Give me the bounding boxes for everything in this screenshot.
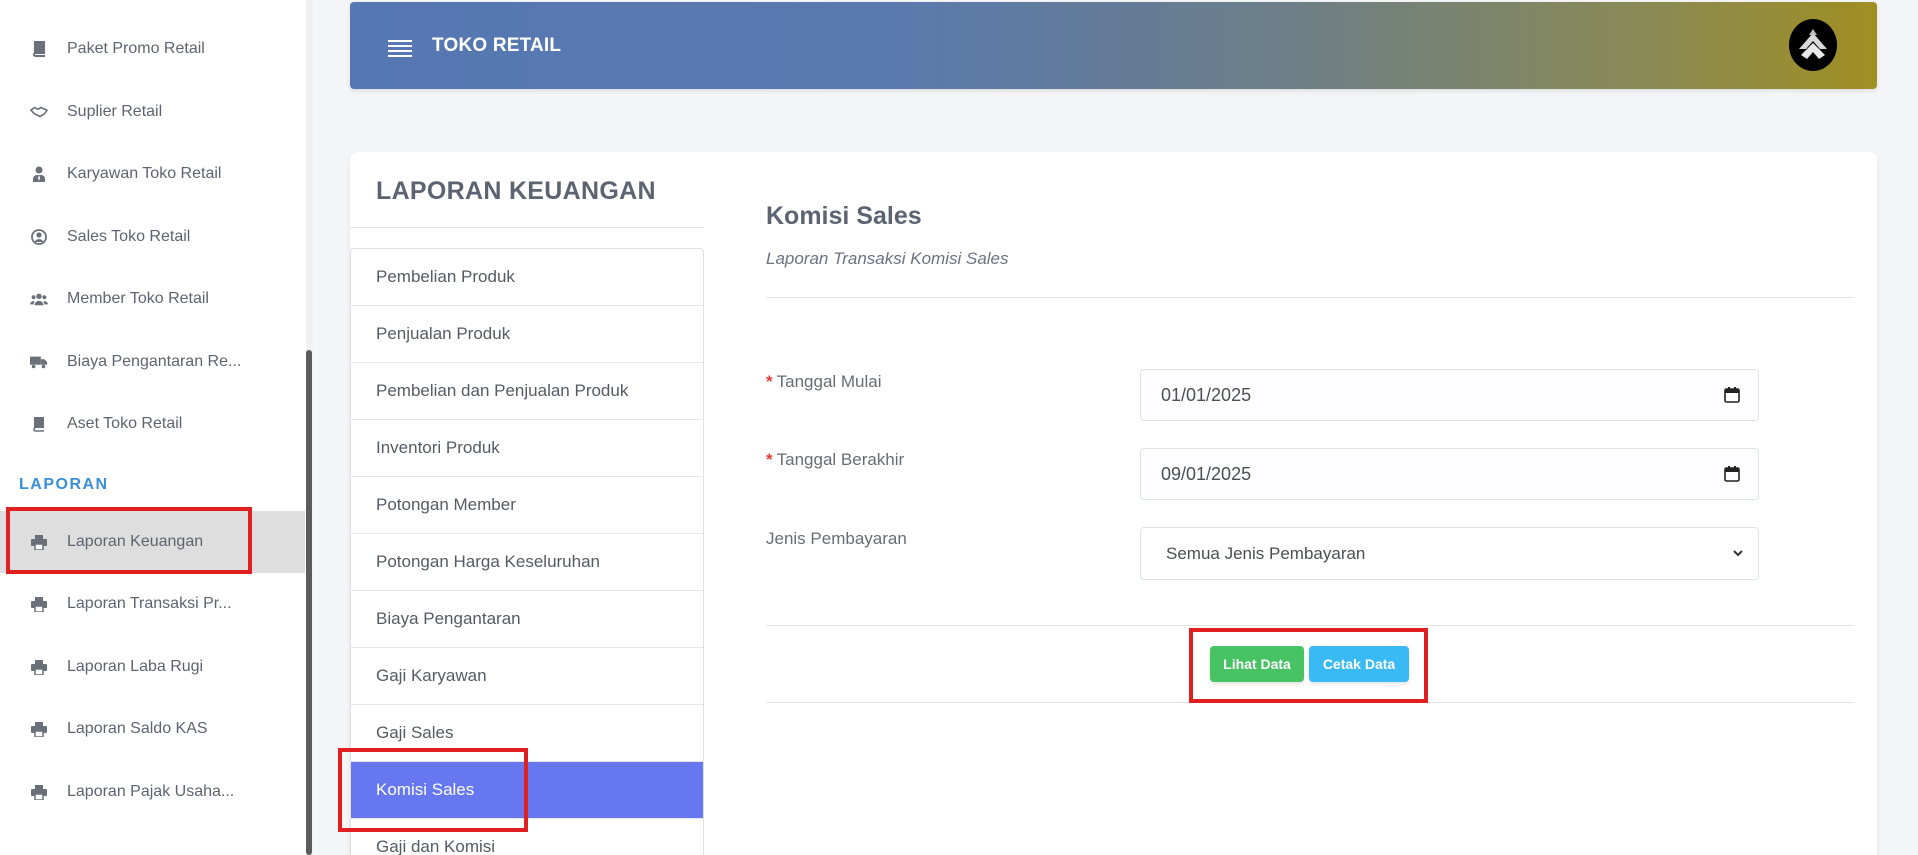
sidebar-item-label: Sales Toko Retail [67, 228, 191, 245]
sidebar-item-label: Karyawan Toko Retail [67, 165, 222, 182]
sidebar-item-laporan-keuangan[interactable]: Laporan Keuangan [0, 511, 305, 573]
truck-icon [30, 353, 48, 371]
divider [766, 702, 1854, 703]
sidebar-item-suplier[interactable]: Suplier Retail [0, 81, 305, 143]
divider [766, 625, 1854, 626]
divider [766, 297, 1854, 298]
handshake-icon [30, 103, 48, 121]
sidebar-item-label: Member Toko Retail [67, 290, 209, 307]
user-tie-icon [30, 165, 48, 183]
view-data-button[interactable]: Lihat Data [1210, 646, 1304, 682]
start-date-label: * Tanggal Mulai [766, 372, 882, 391]
start-date-input[interactable]: 01/01/2025 [1140, 369, 1759, 421]
menu-item-inventori-produk[interactable]: Inventori Produk [351, 420, 703, 477]
user-circle-icon [30, 228, 48, 246]
printer-icon [30, 783, 48, 801]
sidebar-item-label: Aset Toko Retail [67, 415, 183, 432]
sidebar-item-label: Paket Promo Retail [67, 40, 205, 57]
menu-item-pembelian-penjualan[interactable]: Pembelian dan Penjualan Produk [351, 363, 703, 420]
calendar-icon[interactable] [1724, 466, 1740, 482]
sidebar-item-label: Suplier Retail [67, 103, 163, 120]
end-date-label: * Tanggal Berakhir [766, 450, 905, 469]
sidebar-scrollbar-thumb[interactable] [306, 350, 312, 855]
printer-icon [30, 533, 48, 551]
printer-icon [30, 658, 48, 676]
chevron-down-icon [1733, 550, 1743, 557]
report-subtitle: Laporan Transaksi Komisi Sales [766, 249, 1009, 268]
required-mark: * [766, 450, 773, 469]
avatar[interactable] [1789, 19, 1837, 71]
sidebar-item-member[interactable]: Member Toko Retail [0, 268, 305, 330]
sidebar-item-laporan-laba-rugi[interactable]: Laporan Laba Rugi [0, 636, 305, 698]
sidebar-item-laporan-saldo-kas[interactable]: Laporan Saldo KAS [0, 698, 305, 760]
payment-type-value: Semua Jenis Pembayaran [1166, 543, 1366, 563]
users-icon [30, 290, 48, 308]
sidebar-item-laporan-pajak[interactable]: Laporan Pajak Usaha... [0, 761, 305, 823]
required-mark: * [766, 372, 773, 391]
menu-item-potongan-harga[interactable]: Potongan Harga Keseluruhan [351, 534, 703, 591]
sidebar-item-karyawan[interactable]: Karyawan Toko Retail [0, 143, 305, 205]
menu-item-pembelian-produk[interactable]: Pembelian Produk [351, 249, 703, 306]
start-date-value: 01/01/2025 [1161, 384, 1252, 405]
menu-item-gaji-karyawan[interactable]: Gaji Karyawan [351, 648, 703, 705]
menu-item-gaji-sales[interactable]: Gaji Sales [351, 705, 703, 762]
top-header: TOKO RETAIL [350, 2, 1877, 89]
menu-item-biaya-pengantaran[interactable]: Biaya Pengantaran [351, 591, 703, 648]
sidebar-item-label: Laporan Transaksi Pr... [67, 595, 232, 612]
end-date-input[interactable]: 09/01/2025 [1140, 448, 1759, 500]
printer-icon [30, 720, 48, 738]
menu-item-penjualan-produk[interactable]: Penjualan Produk [351, 306, 703, 363]
payment-type-label: Jenis Pembayaran [766, 529, 907, 548]
card-title: LAPORAN KEUANGAN [376, 177, 656, 205]
sidebar-item-label: Laporan Keuangan [67, 533, 204, 550]
hamburger-menu-icon[interactable] [388, 39, 412, 58]
sidebar-item-laporan-transaksi[interactable]: Laporan Transaksi Pr... [0, 573, 305, 635]
sidebar-item-label: Biaya Pengantaran Re... [67, 353, 242, 370]
calendar-icon[interactable] [1724, 387, 1740, 403]
print-data-button[interactable]: Cetak Data [1309, 646, 1409, 682]
report-card: LAPORAN KEUANGAN Pembelian Produk Penjua… [350, 152, 1877, 855]
payment-type-select[interactable]: Semua Jenis Pembayaran [1140, 527, 1759, 580]
printer-icon [30, 595, 48, 613]
book-icon [30, 415, 48, 433]
sidebar-item-aset[interactable]: Aset Toko Retail [0, 393, 305, 455]
sidebar-item-label: Laporan Saldo KAS [67, 720, 208, 737]
end-date-value: 09/01/2025 [1161, 463, 1252, 484]
sidebar-item-paket-promo[interactable]: Paket Promo Retail [0, 18, 305, 80]
sidebar-item-biaya-pengantaran[interactable]: Biaya Pengantaran Re... [0, 331, 305, 393]
menu-item-potongan-member[interactable]: Potongan Member [351, 477, 703, 534]
report-menu: Pembelian Produk Penjualan Produk Pembel… [350, 248, 704, 855]
book-icon [30, 40, 48, 58]
sidebar: Paket Promo Retail Suplier Retail Karyaw… [0, 0, 313, 855]
divider [350, 227, 704, 228]
sidebar-item-sales[interactable]: Sales Toko Retail [0, 206, 305, 268]
avatar-logo-icon [1789, 21, 1837, 69]
app-brand: TOKO RETAIL [432, 34, 562, 56]
report-title: Komisi Sales [766, 202, 922, 230]
sidebar-section-laporan: LAPORAN [19, 476, 109, 493]
menu-item-gaji-komisi[interactable]: Gaji dan Komisi [351, 819, 703, 855]
menu-item-komisi-sales[interactable]: Komisi Sales [351, 762, 703, 819]
sidebar-item-label: Laporan Pajak Usaha... [67, 783, 235, 800]
sidebar-item-label: Laporan Laba Rugi [67, 658, 204, 675]
